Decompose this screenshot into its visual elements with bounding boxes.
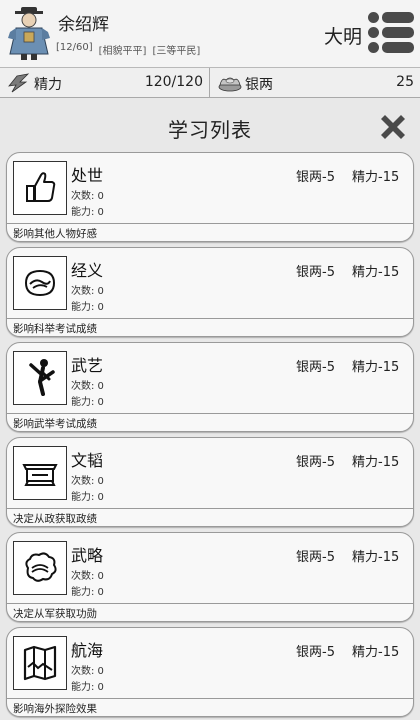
energy-resource: 精力 120/120 [0, 68, 210, 98]
study-title: 航海 [71, 641, 104, 660]
study-times: 次数: 0 [71, 191, 104, 202]
study-times: 次数: 0 [71, 476, 104, 487]
study-card-wuyi[interactable]: 武艺 次数: 0 能力: 0 银两-5 精力-15 影响武举考试成绩 [6, 342, 414, 432]
silver-value: 25 [396, 74, 414, 90]
study-card-hanghai[interactable]: 航海 次数: 0 能力: 0 银两-5 精力-15 影响海外探险效果 [6, 627, 414, 717]
silver-resource: 银两 25 [211, 68, 420, 98]
player-tags: [12/60] [相貌平平] [三等平民] [56, 42, 200, 57]
rank-tag: [三等平民] [152, 46, 201, 57]
silver-cost: 银两-5 [296, 265, 335, 280]
silver-cost: 银两-5 [296, 170, 335, 185]
study-times: 次数: 0 [71, 571, 104, 582]
appearance-tag: [相貌平平] [98, 46, 147, 57]
study-desc: 影响海外探险效果 [13, 703, 97, 715]
age-tag: [12/60] [56, 42, 93, 53]
energy-cost: 精力-15 [352, 550, 400, 565]
study-ability: 能力: 0 [71, 397, 104, 408]
energy-cost: 精力-15 [352, 645, 400, 660]
energy-icon [8, 73, 30, 93]
study-ability: 能力: 0 [71, 682, 104, 693]
panel-title: 学习列表 [168, 118, 252, 142]
silver-ingot-icon [218, 77, 242, 92]
player-name: 余绍辉 [58, 15, 109, 35]
close-icon[interactable] [376, 110, 410, 144]
study-desc-bar: 决定从军获取功勋 [7, 603, 413, 621]
martial-kick-icon [13, 351, 67, 405]
silver-cost: 银两-5 [296, 455, 335, 470]
energy-label: 精力 [34, 77, 62, 93]
energy-cost: 精力-15 [352, 170, 400, 185]
silver-cost: 银两-5 [296, 645, 335, 660]
study-desc: 影响武举考试成绩 [13, 418, 97, 430]
classic-swirl-icon [13, 256, 67, 310]
resource-bar: 精力 120/120 银两 25 [0, 68, 420, 98]
study-desc-bar: 影响科举考试成绩 [7, 318, 413, 336]
thumbs-up-icon [13, 161, 67, 215]
sea-map-icon [13, 636, 67, 690]
study-ability: 能力: 0 [71, 492, 104, 503]
study-times: 次数: 0 [71, 286, 104, 297]
silver-cost: 银两-5 [296, 550, 335, 565]
official-hat-icon [13, 446, 67, 500]
study-desc-bar: 影响其他人物好感 [7, 223, 413, 241]
study-title: 武略 [71, 546, 104, 565]
study-desc-bar: 影响海外探险效果 [7, 698, 413, 716]
energy-value: 120/120 [144, 74, 203, 90]
study-times: 次数: 0 [71, 381, 104, 392]
study-ability: 能力: 0 [71, 587, 104, 598]
player-header: 余绍辉 [12/60] [相貌平平] [三等平民] 大明 [0, 0, 420, 68]
study-desc: 影响科举考试成绩 [13, 323, 97, 335]
study-desc: 影响其他人物好感 [13, 228, 97, 240]
menu-icon [368, 12, 414, 23]
study-desc-bar: 决定从政获取政绩 [7, 508, 413, 526]
study-desc-bar: 影响武举考试成绩 [7, 413, 413, 431]
study-card-wentao[interactable]: 文韬 次数: 0 能力: 0 银两-5 精力-15 决定从政获取政绩 [6, 437, 414, 527]
study-desc: 决定从政获取政绩 [13, 513, 97, 525]
study-title: 文韬 [71, 451, 104, 470]
study-list: 处世 次数: 0 能力: 0 银两-5 精力-15 影响其他人物好感 经义 次数… [6, 152, 414, 720]
study-title: 处世 [71, 166, 104, 185]
energy-cost: 精力-15 [352, 265, 400, 280]
study-card-jingyi[interactable]: 经义 次数: 0 能力: 0 银两-5 精力-15 影响科举考试成绩 [6, 247, 414, 337]
study-ability: 能力: 0 [71, 207, 104, 218]
study-times: 次数: 0 [71, 666, 104, 677]
study-card-wulue[interactable]: 武略 次数: 0 能力: 0 银两-5 精力-15 决定从军获取功勋 [6, 532, 414, 622]
silver-label: 银两 [245, 77, 273, 93]
strategy-cloud-icon [13, 541, 67, 595]
official-avatar[interactable] [6, 6, 52, 62]
study-card-chushi[interactable]: 处世 次数: 0 能力: 0 银两-5 精力-15 影响其他人物好感 [6, 152, 414, 242]
study-title: 经义 [71, 261, 104, 280]
study-desc: 决定从军获取功勋 [13, 608, 97, 620]
dynasty-label: 大明 [323, 26, 362, 48]
study-ability: 能力: 0 [71, 302, 104, 313]
energy-cost: 精力-15 [352, 360, 400, 375]
study-title: 武艺 [71, 356, 104, 375]
silver-cost: 银两-5 [296, 360, 335, 375]
menu-button[interactable] [368, 12, 414, 54]
energy-cost: 精力-15 [352, 455, 400, 470]
